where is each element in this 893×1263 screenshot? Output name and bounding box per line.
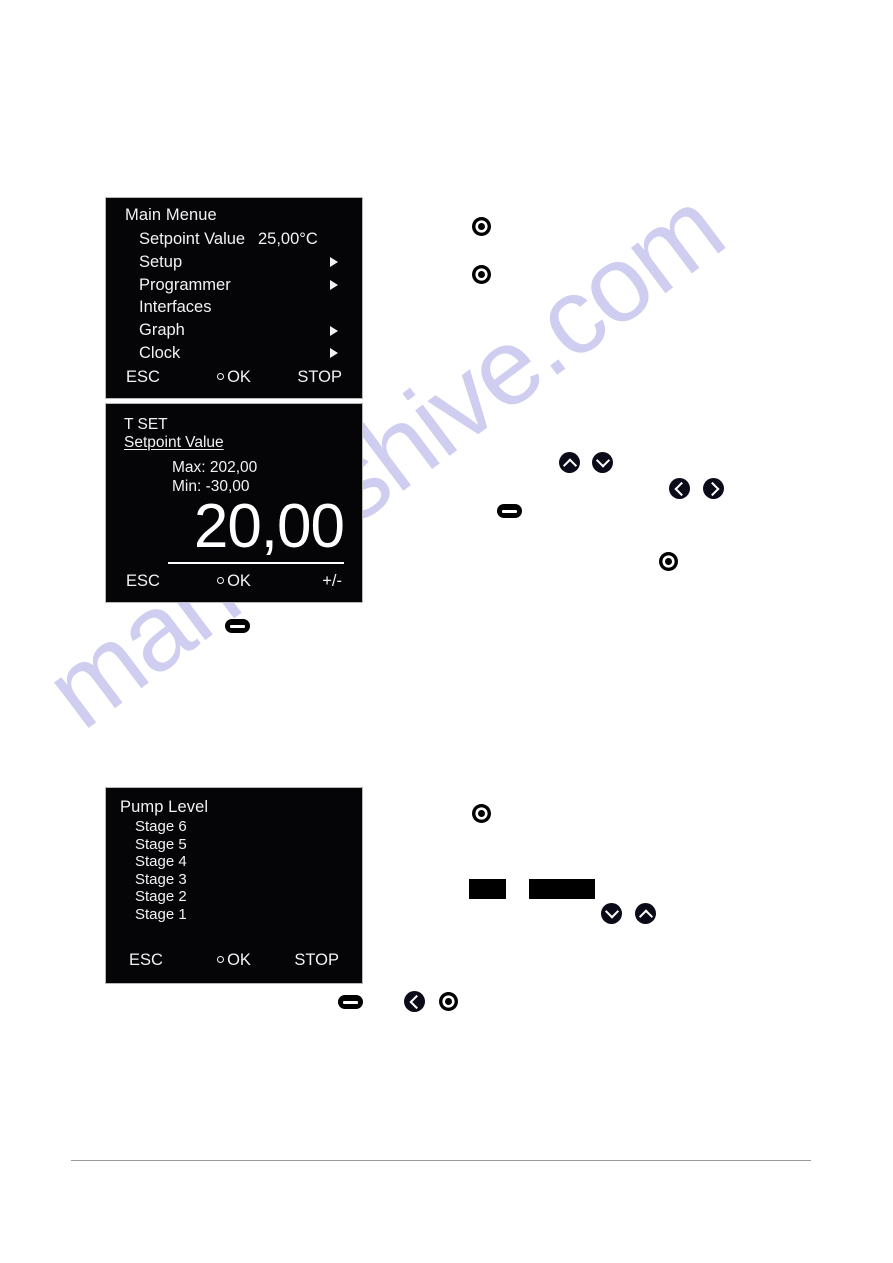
- chevron-up-icon: [638, 908, 653, 924]
- menu-item-label: Interfaces: [139, 298, 212, 317]
- left-arrow-icon-1[interactable]: [669, 478, 690, 499]
- minus-button-icon-2[interactable]: [225, 619, 250, 633]
- menu-item-clock[interactable]: Clock: [106, 342, 362, 365]
- down-arrow-icon-2[interactable]: [601, 903, 622, 924]
- pump-level-list: Stage 6 Stage 5 Stage 4 Stage 3 Stage 2 …: [106, 818, 362, 924]
- ok-button-icon-4[interactable]: [472, 804, 491, 823]
- main-menu-title: Main Menue: [125, 206, 217, 224]
- submenu-arrow-icon: [330, 279, 338, 290]
- left-arrow-icon-2[interactable]: [404, 991, 425, 1012]
- softkey-ok-label: OK: [227, 368, 251, 386]
- menu-item-label: Setup: [139, 252, 183, 271]
- display-setpoint: T SET Setpoint Value Max: 202,00 Min: -3…: [105, 403, 363, 603]
- pump-stage-item-6[interactable]: Stage 6: [106, 818, 362, 836]
- setpoint-title-line1: T SET: [124, 416, 168, 433]
- ok-button-icon-1[interactable]: [472, 217, 491, 236]
- softkey-stop[interactable]: STOP: [294, 951, 339, 970]
- menu-item-label: Setpoint Value: [139, 230, 246, 248]
- menu-item-value: 25,00°C: [258, 230, 318, 248]
- pump-level-softkey-bar: ESC OK STOP: [106, 951, 362, 975]
- ok-ring-icon: [217, 956, 225, 963]
- pump-stage-item-4[interactable]: Stage 4: [106, 853, 362, 871]
- softkey-ok-label: OK: [227, 572, 251, 590]
- pump-stage-item-1[interactable]: Stage 1: [106, 906, 362, 924]
- page-footer-rule: [71, 1160, 811, 1161]
- menu-item-programmer[interactable]: Programmer: [106, 274, 362, 297]
- page-watermark: manualshive.com: [0, 0, 893, 1263]
- down-arrow-icon-1[interactable]: [592, 452, 613, 473]
- ok-button-icon-3[interactable]: [659, 552, 678, 571]
- redaction-block-2: [529, 879, 595, 899]
- up-arrow-icon-1[interactable]: [559, 452, 580, 473]
- pump-stage-item-3[interactable]: Stage 3: [106, 871, 362, 889]
- minus-button-icon-3[interactable]: [338, 995, 363, 1009]
- ok-ring-icon: [217, 577, 225, 584]
- menu-item-setup[interactable]: Setup: [106, 251, 362, 274]
- minus-button-icon-1[interactable]: [497, 504, 522, 518]
- display-main-menu: Main Menue Setpoint Value 25,00°C Setup …: [105, 197, 363, 399]
- softkey-plus-minus[interactable]: +/-: [322, 572, 342, 591]
- menu-item-label: Clock: [139, 343, 181, 362]
- setpoint-value[interactable]: 20,00: [194, 496, 345, 558]
- chevron-right-icon: [704, 481, 720, 496]
- menu-item-graph[interactable]: Graph: [106, 319, 362, 342]
- chevron-left-icon: [673, 481, 689, 496]
- menu-item-interfaces[interactable]: Interfaces: [106, 296, 362, 319]
- submenu-arrow-icon: [330, 257, 338, 268]
- submenu-arrow-icon: [330, 325, 338, 336]
- setpoint-value-underline: [168, 562, 344, 564]
- menu-item-label: Graph: [139, 321, 185, 340]
- main-menu-softkey-bar: ESC OK STOP: [106, 368, 362, 392]
- softkey-stop[interactable]: STOP: [297, 368, 342, 387]
- up-arrow-icon-2[interactable]: [635, 903, 656, 924]
- menu-item-label: Programmer: [139, 275, 231, 294]
- submenu-arrow-icon: [330, 348, 338, 359]
- setpoint-max-label: Max: 202,00: [172, 459, 258, 476]
- setpoint-title-line2: Setpoint Value: [124, 433, 224, 451]
- pump-level-title: Pump Level: [120, 798, 209, 816]
- ok-button-icon-5[interactable]: [439, 992, 458, 1011]
- ok-button-icon-2[interactable]: [472, 265, 491, 284]
- pump-stage-item-5[interactable]: Stage 5: [106, 836, 362, 854]
- setpoint-softkey-bar: ESC OK +/-: [106, 572, 362, 596]
- main-menu-list: Setpoint Value 25,00°C Setup Programmer …: [106, 228, 362, 365]
- softkey-ok-label: OK: [227, 951, 251, 969]
- chevron-up-icon: [562, 457, 577, 473]
- redaction-block-1: [469, 879, 506, 899]
- chevron-down-icon: [604, 903, 619, 919]
- chevron-down-icon: [595, 452, 610, 468]
- pump-stage-item-2[interactable]: Stage 2: [106, 888, 362, 906]
- setpoint-limits: Max: 202,00 Min: -30,00: [172, 458, 257, 496]
- display-pump-level: Pump Level Stage 6 Stage 5 Stage 4 Stage…: [105, 787, 363, 984]
- ok-ring-icon: [217, 373, 225, 380]
- right-arrow-icon-1[interactable]: [703, 478, 724, 499]
- setpoint-header: T SET Setpoint Value: [124, 416, 224, 451]
- menu-item-setpoint-value[interactable]: Setpoint Value 25,00°C: [106, 228, 362, 251]
- chevron-left-icon: [408, 994, 424, 1009]
